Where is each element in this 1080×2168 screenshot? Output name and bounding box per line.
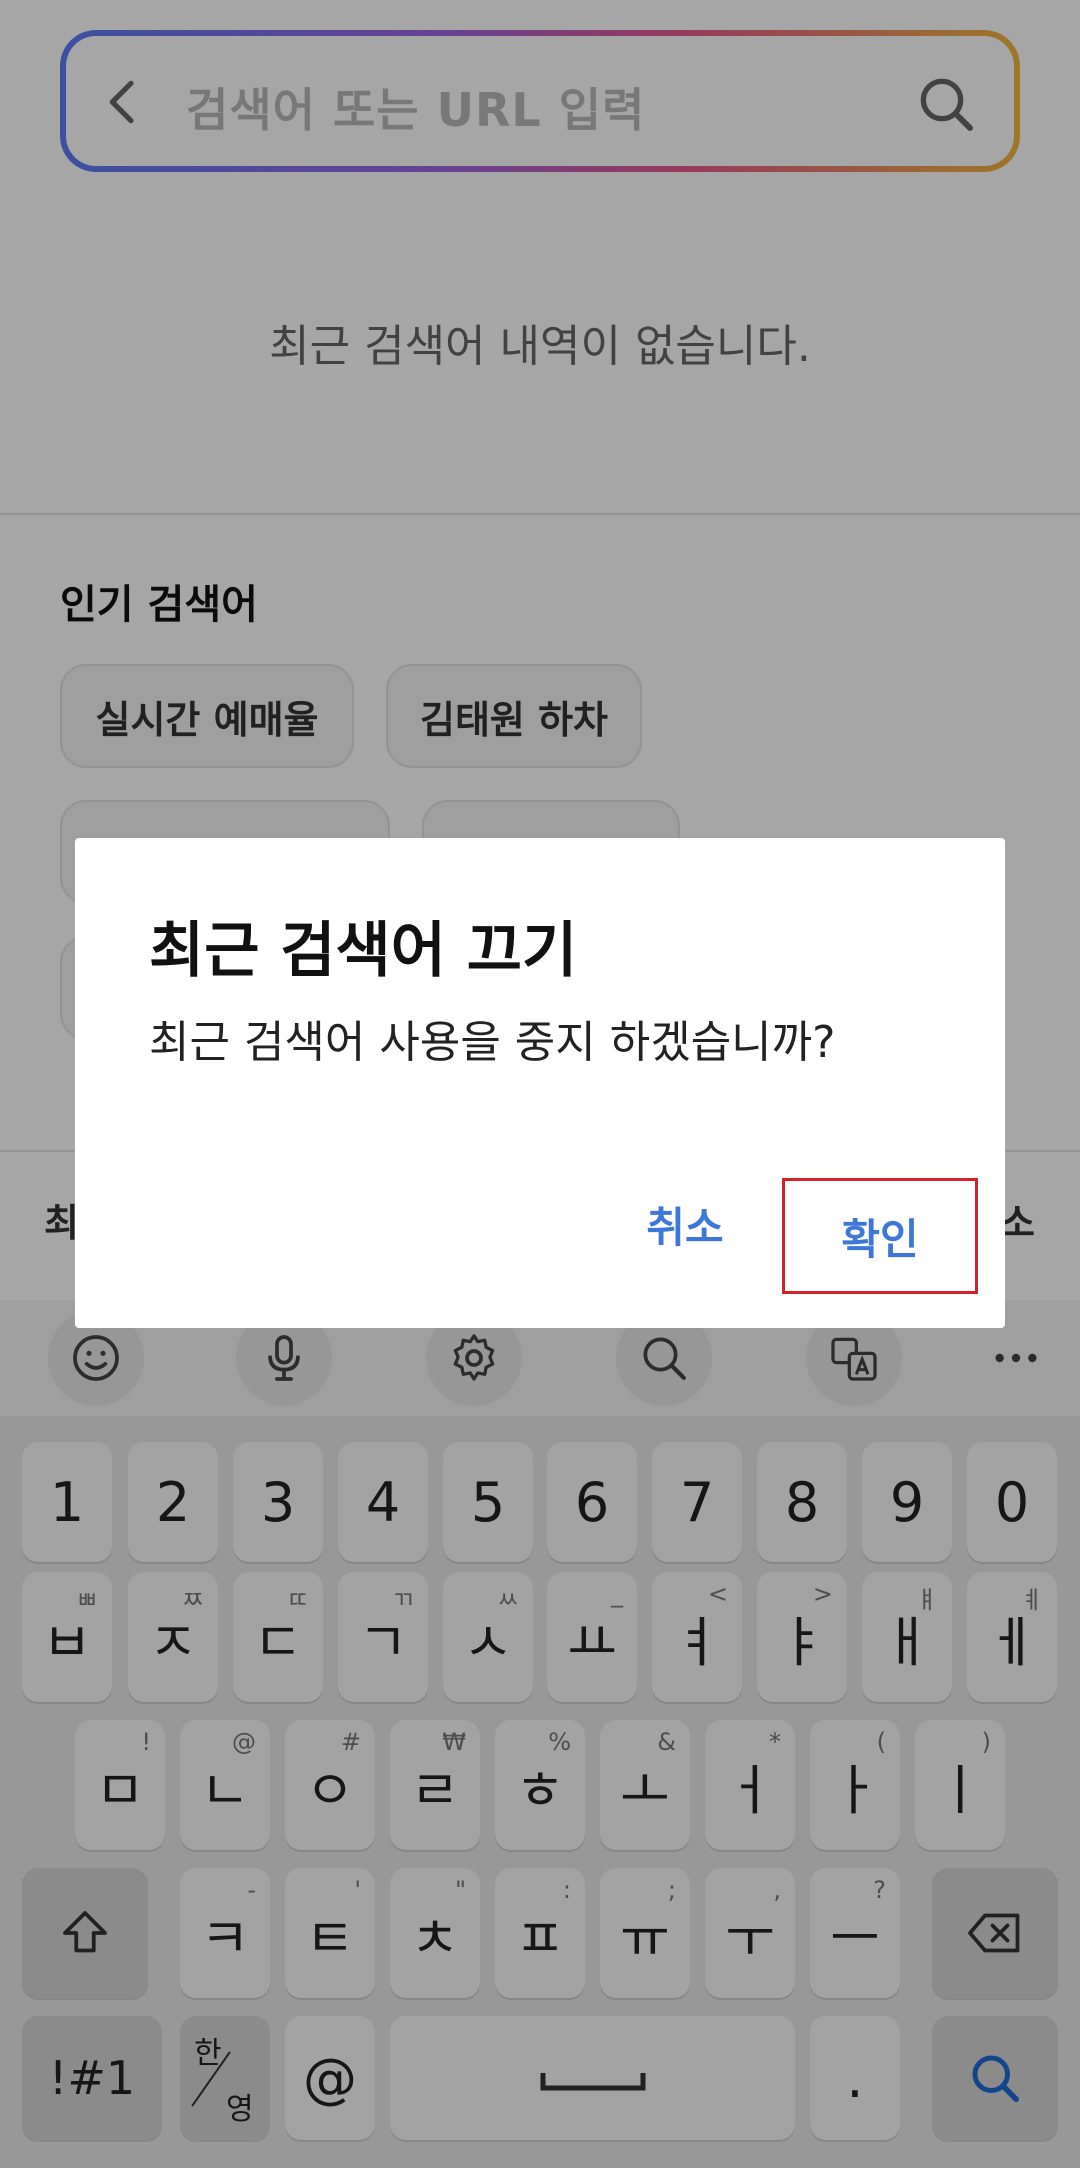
confirm-button[interactable]: 확인 — [782, 1178, 978, 1294]
dialog-message: 최근 검색어 사용을 중지 하겠습니까? — [149, 1017, 836, 1068]
cancel-button[interactable]: 취소 — [615, 1174, 755, 1274]
confirm-dialog: 최근 검색어 끄기 최근 검색어 사용을 중지 하겠습니까? 취소 확인 — [75, 838, 1005, 1328]
dialog-title: 최근 검색어 끄기 — [149, 916, 578, 986]
